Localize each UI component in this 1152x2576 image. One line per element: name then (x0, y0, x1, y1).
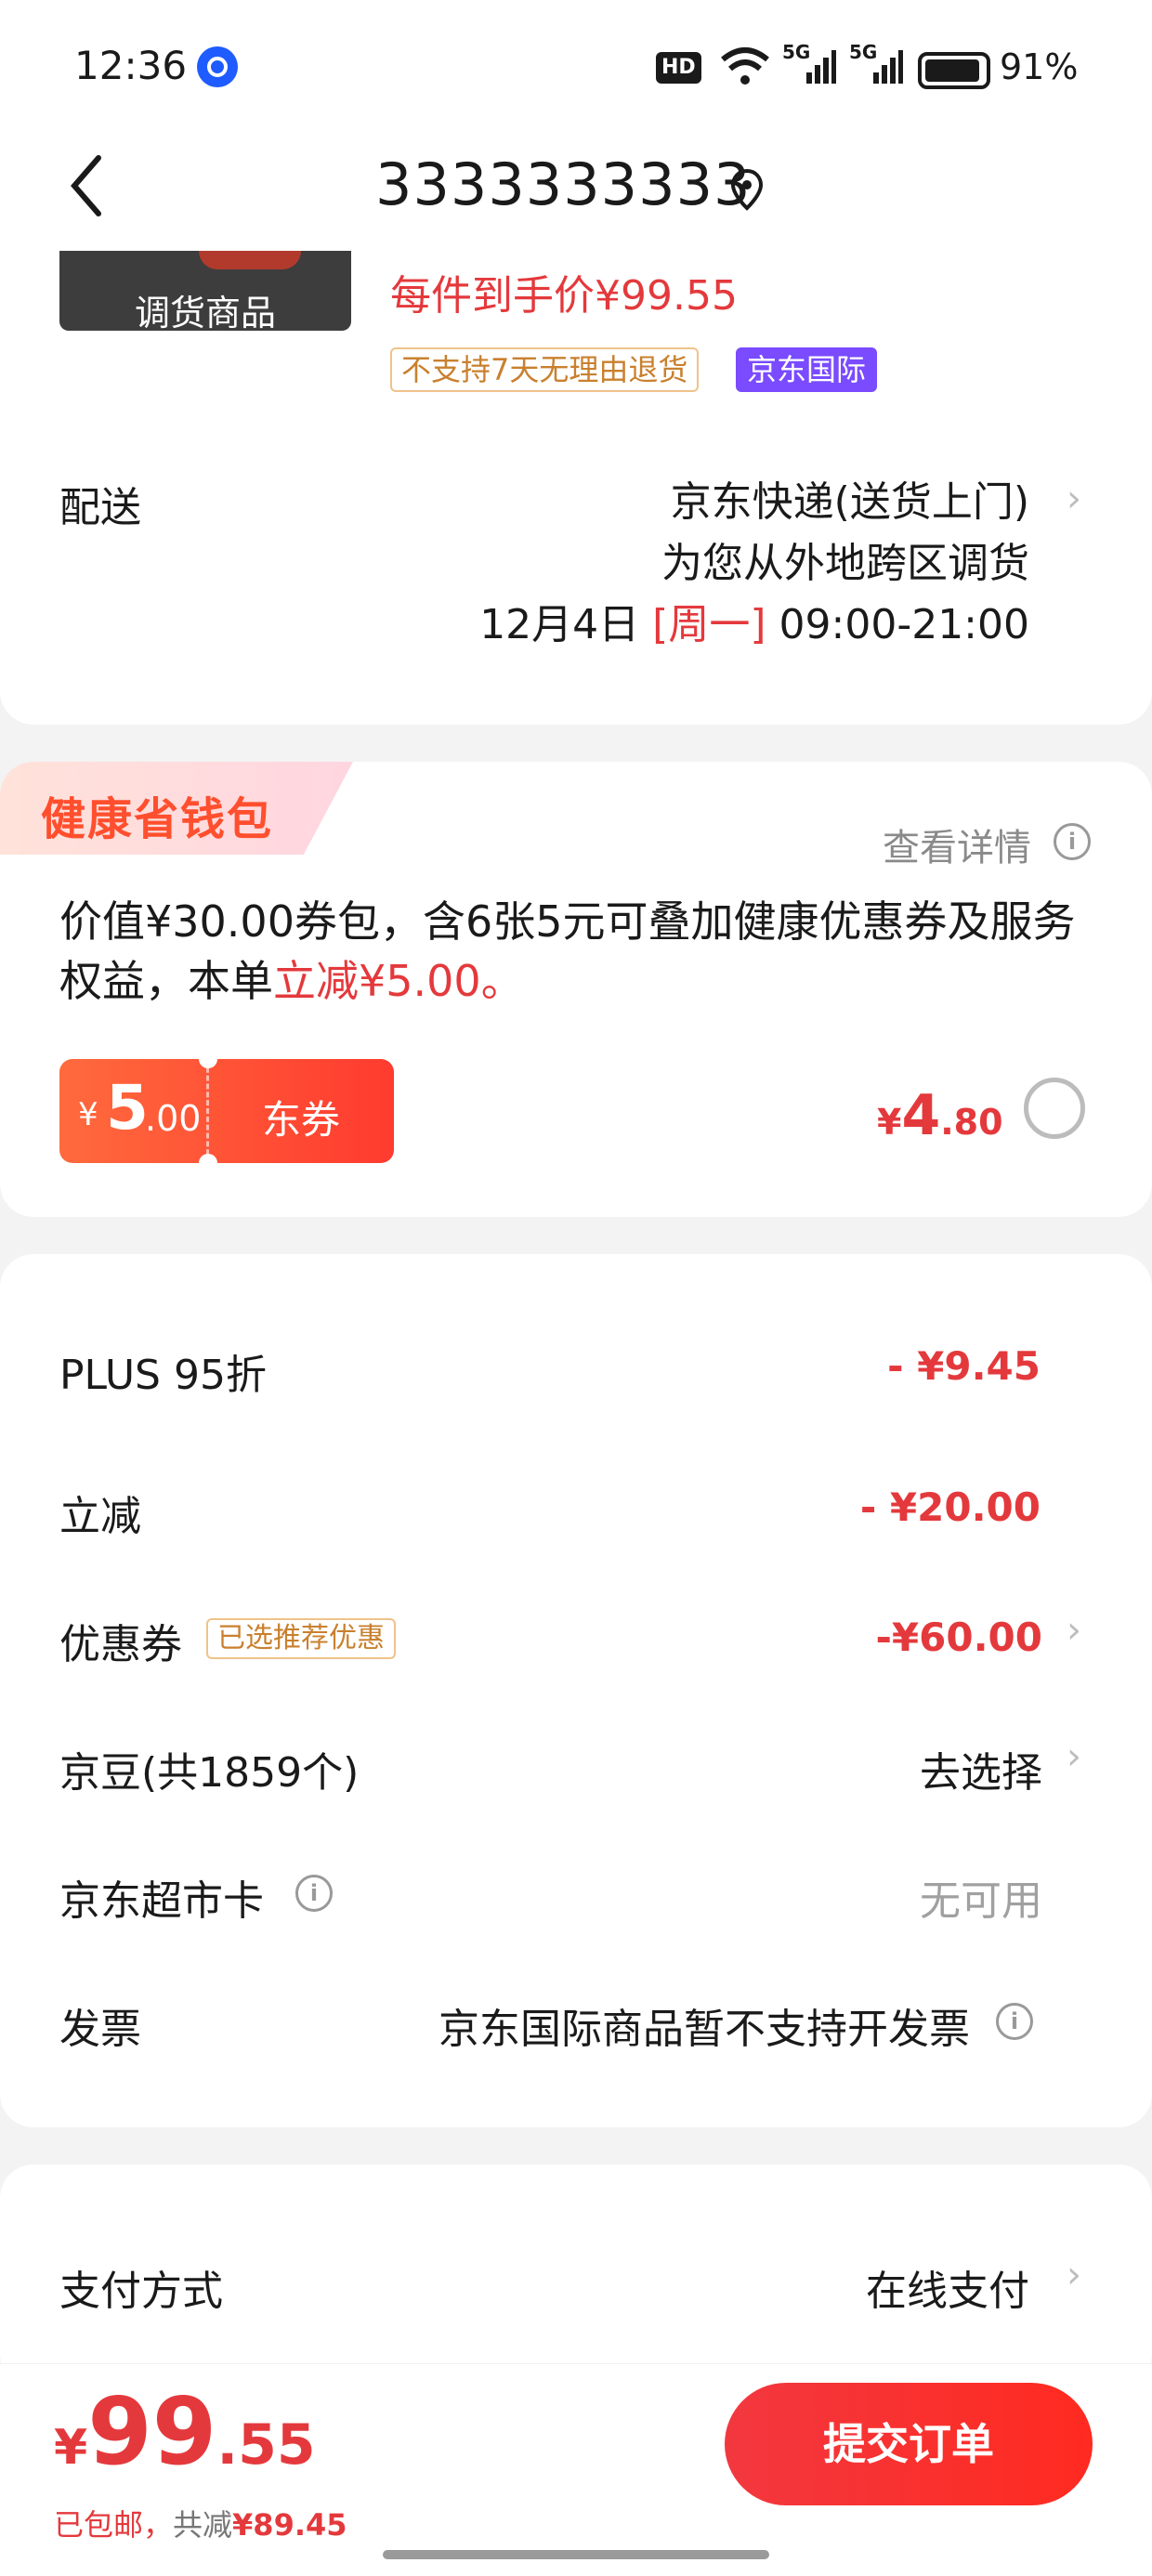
info-icon[interactable]: i (996, 2003, 1033, 2040)
chevron-right-icon: › (1067, 1735, 1081, 1778)
wallet-price-int: 4 (901, 1083, 941, 1148)
total-currency: ¥ (54, 2420, 88, 2476)
payment-method-value: 在线支付 (866, 2268, 1029, 2315)
back-arrow-icon[interactable] (65, 149, 111, 223)
jd-beans-row[interactable]: 京豆(共1859个) 去选择 › (0, 1717, 1152, 1819)
status-time: 12:36 (74, 43, 188, 88)
chevron-right-icon: › (1067, 1609, 1081, 1652)
delivery-weekday: [周一] (652, 601, 766, 648)
wallet-description: 价值¥30.00券包，含6张5元可叠加健康优惠券及服务权益，本单立减¥5.00。 (59, 892, 1091, 1011)
delivery-time: 09:00-21:00 (779, 601, 1029, 648)
delivery-method: 京东快递(送货上门) (670, 478, 1029, 526)
wallet-title: 健康省钱包 (41, 793, 274, 845)
coupon-recommended-badge: 已选推荐优惠 (206, 1618, 396, 1659)
wifi-icon (721, 47, 769, 85)
app-notification-icon (197, 46, 238, 87)
wallet-price-currency: ¥ (877, 1102, 902, 1143)
info-icon[interactable]: i (295, 1875, 333, 1912)
battery-percent: 91% (1000, 46, 1079, 87)
coupon-row[interactable]: 优惠券 已选推荐优惠 -¥60.00 › (0, 1589, 1152, 1691)
signal-bars-icon (806, 50, 836, 84)
signal-bars-icon-2 (873, 50, 903, 84)
checkout-bar: ¥99.55 已包邮，共减¥89.45 提交订单 (0, 2363, 1152, 2576)
product-image-label: 调货商品 (134, 293, 276, 331)
health-wallet-card: 健康省钱包 查看详情 i 价值¥30.00券包，含6张5元可叠加健康优惠券及服务… (0, 762, 1152, 1217)
saved-label: 共减 (173, 2507, 233, 2543)
coupon-amount: 5 (106, 1072, 149, 1144)
battery-icon (918, 52, 990, 89)
coupon-currency: ¥ (78, 1096, 98, 1133)
submit-order-button[interactable]: 提交订单 (725, 2383, 1093, 2505)
total-dec: .55 (216, 2413, 316, 2478)
plus-discount-label: PLUS 95折 (59, 1352, 267, 1399)
jd-beans-value: 去选择 (920, 1749, 1042, 1797)
order-total: ¥99.55 (54, 2377, 316, 2486)
location-pin-icon[interactable] (730, 167, 764, 212)
savings-summary: 已包邮，共减¥89.45 (54, 2502, 347, 2544)
payment-card: 支付方式 在线支付 › (0, 2164, 1152, 2387)
no-return-tag: 不支持7天无理由退货 (390, 347, 700, 392)
hd-icon: HD (656, 52, 701, 84)
chevron-right-icon: › (1067, 477, 1081, 520)
order-item-card: 调货商品 每件到手价¥99.55 不支持7天无理由退货 京东国际 配送 京东快递… (0, 251, 1152, 725)
instant-discount-value: - ¥20.00 (859, 1484, 1041, 1530)
jd-beans-label: 京豆(共1859个) (59, 1749, 360, 1797)
coupon-label: 优惠券 (59, 1621, 182, 1668)
coupon-value: -¥60.00 (875, 1615, 1042, 1660)
jd-international-tag: 京东国际 (736, 347, 878, 392)
delivery-note: 为您从外地跨区调货 (661, 540, 1029, 587)
product-image[interactable]: 调货商品 (59, 251, 351, 331)
wallet-select-radio[interactable] (1024, 1078, 1085, 1139)
invoice-label: 发票 (59, 2006, 141, 2053)
instant-discount-label: 立减 (59, 1493, 141, 1540)
wallet-desc-highlight: 立减¥5.00。 (273, 956, 524, 1006)
coupon-amount-decimals: .00 (145, 1098, 202, 1139)
discounts-card: PLUS 95折 - ¥9.45 立减 - ¥20.00 优惠券 已选推荐优惠 … (0, 1254, 1152, 2127)
wallet-price: ¥4.80 (877, 1083, 1003, 1148)
delivery-info[interactable]: 京东快递(送货上门) 为您从外地跨区调货 12月4日 [周一] 09:00-21… (479, 472, 1029, 656)
payment-method-label: 支付方式 (59, 2268, 223, 2315)
wallet-coupon-ticket[interactable]: ¥ 5 .00 东券 (59, 1059, 394, 1163)
page-title: 3333333333 (375, 150, 752, 218)
delivery-date: 12月4日 (479, 601, 640, 648)
saved-value: ¥89.45 (232, 2507, 347, 2543)
delivery-time-row: 12月4日 [周一] 09:00-21:00 (479, 595, 1029, 656)
coupon-type: 东券 (262, 1097, 341, 1143)
wallet-price-dec: .80 (940, 1102, 1003, 1143)
info-icon[interactable]: i (1054, 823, 1091, 860)
shipping-free-text: 已包邮， (54, 2507, 174, 2543)
payment-method-row[interactable]: 支付方式 在线支付 › (0, 2239, 1152, 2332)
nav-header: 3333333333 (0, 130, 1152, 251)
total-int: 99 (87, 2377, 217, 2486)
status-bar: 12:36 HD 5G 5G 91% (0, 0, 1152, 130)
wallet-details-link[interactable]: 查看详情 (883, 817, 1031, 871)
chevron-right-icon: › (1067, 2254, 1081, 2296)
wallet-desc-text: 价值¥30.00券包，含6张5元可叠加健康优惠券及服务权益，本单 (59, 896, 1076, 1006)
plus-discount-value: - ¥9.45 (887, 1343, 1041, 1389)
supermarket-card-label: 京东超市卡 (59, 1877, 264, 1925)
delivery-label: 配送 (59, 484, 141, 531)
invoice-value: 京东国际商品暂不支持开发票 (439, 2006, 970, 2053)
supermarket-card-value: 无可用 (920, 1877, 1042, 1925)
unit-price-text: 每件到手价¥99.55 (390, 272, 738, 320)
home-indicator (383, 2550, 769, 2559)
